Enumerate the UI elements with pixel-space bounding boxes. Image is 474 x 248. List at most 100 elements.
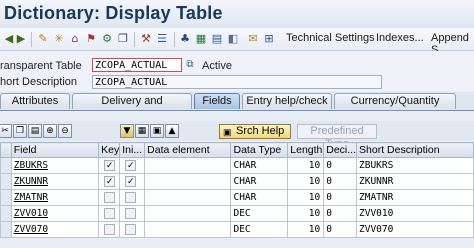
data-type-cell[interactable]: CHAR	[230, 173, 289, 190]
column-header-data-type[interactable]: Data Type	[230, 142, 289, 158]
display-change-icon[interactable]: ✳	[52, 32, 66, 46]
short-description-cell[interactable]: ZVV010	[356, 205, 474, 222]
length-cell[interactable]: 10	[287, 205, 325, 222]
data-element-cell[interactable]	[144, 173, 232, 190]
data-element-cell[interactable]	[144, 157, 232, 174]
short-description-cell[interactable]: ZVV070	[356, 221, 474, 238]
key-checkbox[interactable]: ✓	[104, 176, 116, 188]
display-object-list-icon[interactable]: ☰	[155, 32, 169, 46]
column-header-key[interactable]: Key	[98, 142, 121, 158]
length-cell[interactable]: 10	[287, 157, 325, 174]
decimals-cell[interactable]: 0	[323, 221, 358, 238]
tab-fields[interactable]: Fields	[194, 93, 240, 109]
key-checkbox[interactable]	[104, 208, 116, 220]
decimals-cell[interactable]: 0	[323, 173, 358, 190]
field-name-cell[interactable]: ZVV070	[10, 221, 100, 238]
field-name-cell[interactable]: ZVV010	[10, 205, 100, 222]
initial-checkbox[interactable]	[125, 224, 137, 236]
where-used-icon[interactable]: ⚒	[139, 32, 153, 46]
move-up-icon[interactable]: ▲	[165, 124, 179, 138]
length-cell[interactable]: 10	[287, 173, 325, 190]
cut-row-icon[interactable]: ✂	[0, 124, 12, 138]
data-element-cell[interactable]	[144, 205, 232, 222]
indexes-button[interactable]: Indexes...	[376, 32, 424, 44]
key-checkbox[interactable]	[104, 224, 116, 236]
contents-icon[interactable]: ▦	[194, 32, 208, 46]
column-header-short-description[interactable]: Short Description	[356, 142, 474, 158]
move-down-icon[interactable]: ▼	[120, 124, 134, 138]
decimals-cell[interactable]: 0	[323, 205, 358, 222]
column-header-data-element[interactable]: Data element	[144, 142, 232, 158]
data-type-cell[interactable]: CHAR	[230, 157, 289, 174]
delete-row-icon[interactable]: ⊖	[58, 124, 72, 138]
predefined-type-button[interactable]: Predefined Type	[297, 124, 377, 150]
column-header-decimals[interactable]: Deci...	[323, 142, 358, 158]
deselect-all-icon[interactable]: ▣	[150, 124, 164, 138]
data-type-cell[interactable]: DEC	[230, 221, 289, 238]
initial-cell	[119, 189, 146, 206]
field-name-cell[interactable]: ZKUNNR	[10, 173, 100, 190]
select-all-icon[interactable]: ▦	[135, 124, 149, 138]
insert-row-icon[interactable]: ⊕	[43, 124, 57, 138]
table-row: ZVV070 DEC 10 0 ZVV070	[0, 221, 474, 238]
database-utility-icon[interactable]: ◧	[226, 32, 240, 46]
field-name-cell[interactable]: ZMATNR	[10, 189, 100, 206]
tab-attributes[interactable]: Attributes	[0, 93, 70, 109]
length-cell[interactable]: 10	[287, 189, 325, 206]
row-selector[interactable]	[0, 173, 12, 190]
copy-object-icon[interactable]: ❐	[116, 32, 130, 46]
runtime-object-icon[interactable]: ⊞	[262, 32, 276, 46]
initial-checkbox[interactable]: ✓	[125, 176, 137, 188]
initial-cell: ✓	[119, 173, 146, 190]
toolbar-separator	[174, 32, 175, 47]
short-description-cell[interactable]: ZMATNR	[356, 189, 474, 206]
row-selector[interactable]	[0, 189, 12, 206]
paste-row-icon[interactable]: ▤	[28, 124, 42, 138]
initial-checkbox[interactable]: ✓	[125, 160, 137, 172]
data-type-cell[interactable]: CHAR	[230, 189, 289, 206]
documentation-icon[interactable]: ✉	[246, 32, 260, 46]
column-header-field[interactable]: Field	[10, 142, 100, 158]
page-title: Dictionary: Display Table	[4, 3, 223, 23]
decimals-cell[interactable]: 0	[323, 189, 358, 206]
copy-row-icon[interactable]: ❐	[13, 124, 27, 138]
tab-delivery-and-maintenance[interactable]: Delivery and Maintenance	[72, 93, 192, 122]
key-cell: ✓	[98, 157, 121, 174]
short-description-cell[interactable]: ZBUKRS	[356, 157, 474, 174]
data-element-cell[interactable]	[144, 221, 232, 238]
activate-icon[interactable]: ⚙	[100, 32, 114, 46]
data-element-cell[interactable]	[144, 189, 232, 206]
forward-arrow-icon[interactable]: ▶	[14, 32, 28, 46]
check-icon[interactable]: ⚑	[84, 32, 98, 46]
other-object-icon[interactable]: ⌂	[68, 32, 82, 46]
column-header-length[interactable]: Length	[287, 142, 325, 158]
short-description-field[interactable]: ZCOPA_ACTUAL	[92, 75, 382, 89]
row-selector[interactable]	[0, 205, 12, 222]
initial-checkbox[interactable]	[125, 208, 137, 220]
row-selector[interactable]	[0, 221, 12, 238]
row-selector-header[interactable]	[0, 142, 12, 158]
field-name-cell[interactable]: ZBUKRS	[10, 157, 100, 174]
title-bar: Dictionary: Display Table	[0, 0, 474, 29]
table-row: ZKUNNR ✓ ✓ CHAR 10 0 ZKUNNR	[0, 173, 474, 190]
technical-settings-button[interactable]: Technical Settings	[286, 32, 375, 44]
decimals-cell[interactable]: 0	[323, 157, 358, 174]
column-header-initial[interactable]: Ini...	[119, 142, 146, 158]
graphic-icon[interactable]: ▤	[210, 32, 224, 46]
short-description-cell[interactable]: ZKUNNR	[356, 173, 474, 190]
data-type-cell[interactable]: DEC	[230, 205, 289, 222]
tab-currency-quantity-fields[interactable]: Currency/Quantity Fields	[334, 93, 456, 122]
table-name-field[interactable]: ZCOPA_ACTUAL	[92, 58, 182, 72]
length-cell[interactable]: 10	[287, 221, 325, 238]
srch-help-button[interactable]: ▣ Srch Help	[219, 124, 291, 139]
row-selector[interactable]	[0, 157, 12, 174]
table-toolbar: ✂ ❐ ▤ ⊕ ⊖ ▼ ▦ ▣ ▲ ▣ Srch Help Predefined…	[0, 121, 474, 150]
table-row: ZBUKRS ✓ ✓ CHAR 10 0 ZBUKRS	[0, 157, 474, 174]
initial-checkbox[interactable]	[125, 192, 137, 204]
edit-pencil-icon[interactable]: ✎	[36, 32, 50, 46]
tab-entry-help-check[interactable]: Entry help/check	[242, 93, 332, 109]
hierarchy-icon[interactable]: ♣	[178, 32, 192, 46]
copy-icon[interactable]: ⧉	[183, 58, 197, 72]
key-checkbox[interactable]	[104, 192, 116, 204]
key-checkbox[interactable]: ✓	[104, 160, 116, 172]
